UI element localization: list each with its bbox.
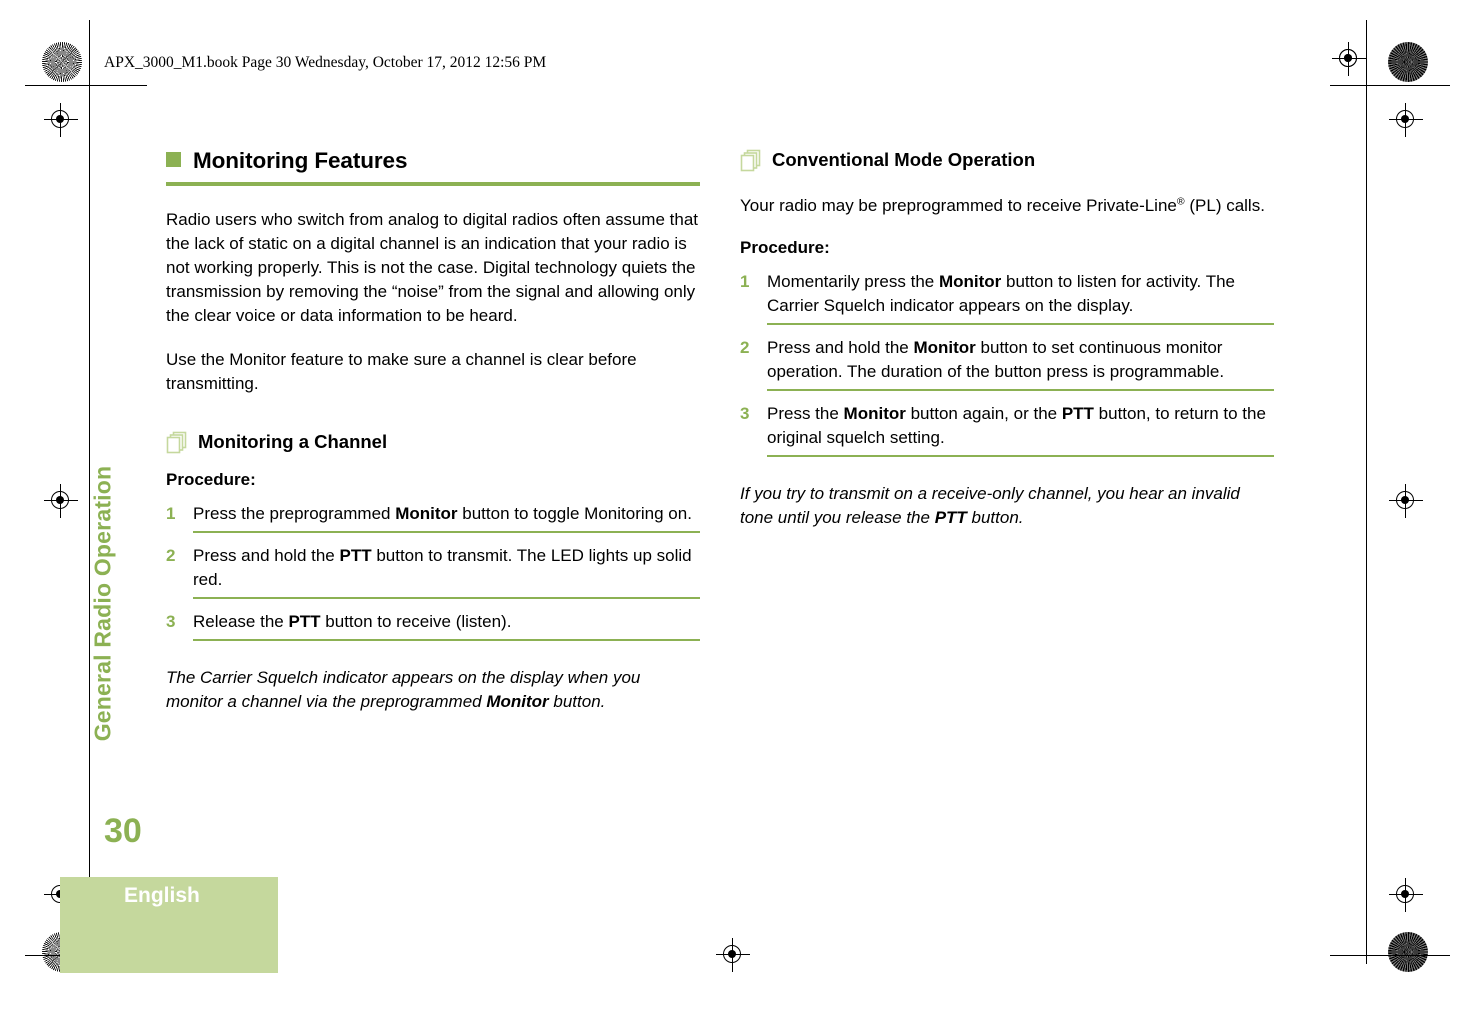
registration-crosshair-right-bottom: [1389, 878, 1423, 912]
registration-rosette-top-left: [42, 42, 82, 82]
step-number: 3: [166, 612, 176, 631]
step-text: Press the Monitor button again, or the P…: [767, 404, 1266, 447]
stacked-pages-icon: [166, 431, 188, 455]
procedure-steps-right: 1 Momentarily press the Monitor button to…: [740, 270, 1274, 468]
emphasis-term: PTT: [1061, 404, 1094, 423]
intro-paragraph-2: Use the Monitor feature to make sure a c…: [166, 350, 637, 393]
procedure-label-left: Procedure:: [166, 470, 256, 489]
step-separator-rule: [193, 639, 700, 641]
registration-crosshair-top-left: [1332, 42, 1366, 76]
intro-paragraph-1: Radio users who switch from analog to di…: [166, 210, 698, 325]
step-number: 2: [740, 338, 750, 357]
step-text: Press and hold the Monitor button to set…: [767, 338, 1225, 381]
registration-rosette-top-right: [1388, 42, 1428, 82]
left-column: Monitoring Features Radio users who swit…: [166, 148, 700, 714]
registration-crosshair-left-top: [44, 103, 78, 137]
registered-trademark-mark: ®: [1176, 195, 1185, 208]
procedure-step: 1 Momentarily press the Monitor button to…: [740, 270, 1274, 336]
step-separator-rule: [767, 323, 1274, 325]
step-separator-rule: [767, 389, 1274, 391]
procedure-step: 3 Press the Monitor button again, or the …: [740, 402, 1274, 468]
step-number: 2: [166, 546, 176, 565]
procedure-step: 3 Release the PTT button to receive (list…: [166, 610, 700, 652]
procedure-step: 2 Press and hold the Monitor button to se…: [740, 336, 1274, 402]
procedure-label-right: Procedure:: [740, 238, 830, 257]
step-number: 1: [740, 272, 750, 291]
emphasis-term: Monitor: [395, 504, 458, 523]
emphasis-term: PTT: [339, 546, 372, 565]
green-square-bullet-icon: [166, 152, 181, 167]
step-separator-rule: [193, 597, 700, 599]
subsection-title: Monitoring a Channel: [198, 431, 388, 452]
registration-crosshair-left-middle: [44, 484, 78, 518]
note-right: If you try to transmit on a receive-only…: [740, 484, 1240, 527]
step-body: Momentarily press the Monitor button to …: [767, 270, 1274, 336]
crop-line-top-right-horizontal: [1330, 85, 1450, 86]
emphasis-term: Monitor: [843, 404, 906, 423]
step-separator-rule: [193, 531, 700, 533]
header-file-slug: APX_3000_M1.book Page 30 Wednesday, Octo…: [104, 54, 547, 71]
page-number: 30: [104, 812, 142, 850]
step-text: Momentarily press the Monitor button to …: [767, 272, 1235, 315]
crop-line-right-edge: [1366, 84, 1367, 964]
step-number: 1: [166, 504, 176, 523]
procedure-steps-left: 1 Press the preprogrammed Monitor button …: [166, 502, 700, 652]
emphasis-term: Monitor: [913, 338, 976, 357]
subsection-heading-conventional-mode-operation: Conventional Mode Operation: [740, 148, 1274, 172]
crop-line-top-left-horizontal: [25, 85, 147, 86]
step-text: Press and hold the PTT button to transmi…: [193, 546, 692, 589]
registration-crosshair-bottom-center: [716, 938, 750, 972]
chapter-tab-label: General Radio Operation: [89, 465, 116, 742]
registration-crosshair-top-left-inner: [1332, 42, 1366, 76]
emphasis-term: Monitor: [486, 692, 549, 711]
step-body: Press and hold the Monitor button to set…: [767, 336, 1274, 402]
right-column: Conventional Mode Operation Your radio m…: [740, 148, 1274, 530]
procedure-step: 2 Press and hold the PTT button to transm…: [166, 544, 700, 610]
step-body: Press the Monitor button again, or the P…: [767, 402, 1274, 468]
note-left: The Carrier Squelch indicator appears on…: [166, 668, 641, 711]
registration-crosshair-right-top: [1389, 103, 1423, 137]
language-label: English: [124, 884, 200, 907]
emphasis-term: PTT: [288, 612, 321, 631]
step-text: Release the PTT button to receive (liste…: [193, 612, 512, 631]
emphasis-term: PTT: [934, 508, 967, 527]
step-number: 3: [740, 404, 750, 423]
section-heading-monitoring-features: Monitoring Features: [166, 148, 700, 174]
registration-crosshair-right-middle: [1389, 484, 1423, 518]
registration-rosette-bottom-right: [1388, 932, 1428, 972]
step-body: Press and hold the PTT button to transmi…: [193, 544, 700, 610]
subsection-title: Conventional Mode Operation: [772, 149, 1036, 170]
step-body: Release the PTT button to receive (liste…: [193, 610, 700, 652]
procedure-step: 1 Press the preprogrammed Monitor button …: [166, 502, 700, 544]
emphasis-term: Monitor: [938, 272, 1002, 291]
intro-paragraph-right: Your radio may be preprogrammed to recei…: [740, 195, 1265, 215]
crop-line-top-left-vertical: [89, 20, 90, 84]
section-title: Monitoring Features: [193, 148, 408, 173]
step-body: Press the preprogrammed Monitor button t…: [193, 502, 700, 544]
subsection-heading-monitoring-a-channel: Monitoring a Channel: [166, 430, 700, 454]
crop-line-top-right-vertical: [1366, 20, 1367, 84]
stacked-pages-icon: [740, 149, 762, 173]
step-separator-rule: [767, 455, 1274, 457]
step-text: Press the preprogrammed Monitor button t…: [193, 504, 692, 523]
crop-line-bottom-right-horizontal: [1330, 955, 1450, 956]
